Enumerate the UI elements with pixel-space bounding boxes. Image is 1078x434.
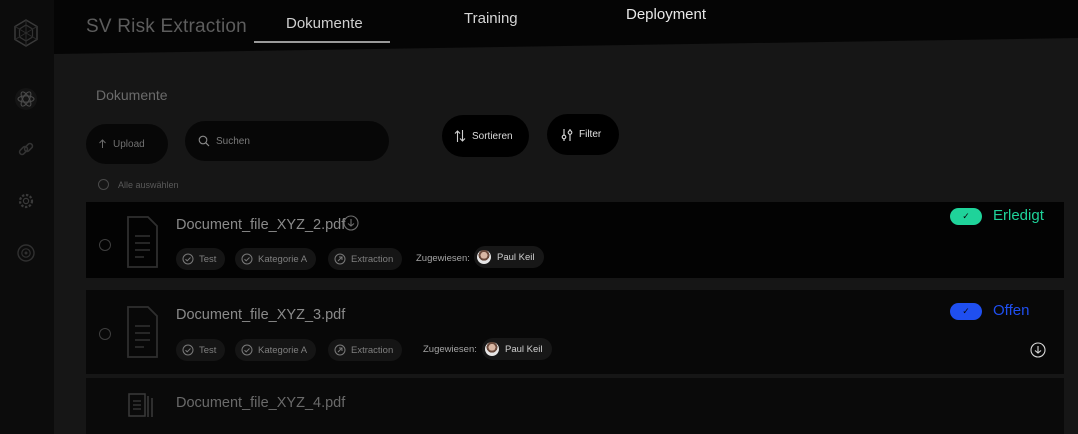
- gear-icon[interactable]: [11, 186, 41, 216]
- document-row[interactable]: Document_file_XYZ_4.pdf: [86, 378, 1064, 434]
- avatar: [485, 342, 499, 356]
- sort-button[interactable]: Sortieren: [442, 115, 529, 157]
- download-icon[interactable]: [1030, 342, 1046, 358]
- tag-extraction: Extraction: [328, 339, 403, 361]
- avatar: [477, 250, 491, 264]
- select-all-radio[interactable]: [98, 179, 109, 190]
- tag-label: Test: [199, 344, 217, 356]
- select-all[interactable]: Alle auswählen: [98, 179, 179, 190]
- search-input[interactable]: Suchen: [185, 121, 389, 161]
- assignee-chip[interactable]: Paul Keil: [474, 246, 544, 268]
- tag-test: Test: [176, 248, 226, 270]
- upload-arrow-icon: [99, 139, 106, 148]
- page-title: Dokumente: [96, 87, 168, 103]
- assignee-chip[interactable]: Paul Keil: [482, 338, 552, 360]
- assigned-label: Zugewiesen:: [416, 253, 470, 264]
- status-toggle[interactable]: ✓: [950, 303, 982, 320]
- assignee-name: Paul Keil: [497, 251, 535, 263]
- download-icon[interactable]: [343, 215, 359, 231]
- filter-sliders-icon: [561, 128, 573, 141]
- check-circle-icon: [241, 253, 253, 265]
- document-row[interactable]: Document_file_XYZ_2.pdf Test Kategorie A…: [86, 202, 1064, 278]
- document-name[interactable]: Document_file_XYZ_3.pdf: [176, 307, 345, 323]
- tag-label: Extraction: [351, 253, 394, 265]
- upload-button[interactable]: Upload: [86, 124, 168, 164]
- sidebar: [0, 0, 54, 434]
- tab-training[interactable]: Training: [464, 10, 518, 27]
- assignee-name: Paul Keil: [505, 343, 543, 355]
- sort-label: Sortieren: [472, 130, 513, 142]
- tag-extraction: Extraction: [328, 248, 403, 270]
- tag-kategorie: Kategorie A: [235, 248, 317, 270]
- active-tab-indicator: [254, 41, 390, 43]
- tag-label: Kategorie A: [258, 344, 308, 356]
- logo-icon[interactable]: [11, 18, 41, 48]
- filter-button[interactable]: Filter: [547, 114, 619, 155]
- filter-label: Filter: [579, 129, 602, 140]
- upload-label: Upload: [113, 138, 145, 150]
- row-select-radio[interactable]: [99, 239, 111, 251]
- tag-label: Extraction: [351, 344, 394, 356]
- status-label: Erledigt: [993, 207, 1044, 224]
- check-circle-icon: [182, 253, 194, 265]
- check-circle-icon: [241, 344, 253, 356]
- sort-icon: [454, 130, 466, 142]
- status-label: Offen: [993, 302, 1030, 319]
- tag-label: Kategorie A: [258, 253, 308, 265]
- app-title: SV Risk Extraction: [86, 16, 247, 37]
- document-name[interactable]: Document_file_XYZ_4.pdf: [176, 395, 345, 411]
- status-check-icon: ✓: [962, 306, 970, 316]
- status-check-icon: ✓: [962, 211, 970, 221]
- document-row[interactable]: Document_file_XYZ_3.pdf Test Kategorie A…: [86, 290, 1064, 374]
- status-toggle[interactable]: ✓: [950, 208, 982, 225]
- check-circle-icon: [182, 344, 194, 356]
- tag-test: Test: [176, 339, 226, 361]
- tag-label: Test: [199, 253, 217, 265]
- tab-dokumente[interactable]: Dokumente: [286, 15, 363, 32]
- arrow-up-right-circle-icon: [334, 344, 346, 356]
- arrow-up-right-circle-icon: [334, 253, 346, 265]
- row-select-radio[interactable]: [99, 328, 111, 340]
- search-icon: [198, 135, 210, 147]
- link-icon[interactable]: [11, 136, 41, 166]
- tab-deployment[interactable]: Deployment: [626, 6, 706, 23]
- select-all-label: Alle auswählen: [118, 179, 179, 190]
- atom-icon[interactable]: [11, 84, 41, 114]
- search-placeholder: Suchen: [216, 135, 250, 147]
- document-name[interactable]: Document_file_XYZ_2.pdf: [176, 217, 345, 233]
- tag-kategorie: Kategorie A: [235, 339, 317, 361]
- document-icon: [124, 304, 160, 360]
- document-icon: [124, 214, 160, 270]
- documents-stack-icon: [126, 390, 156, 420]
- settings-icon[interactable]: [11, 238, 41, 268]
- assigned-label: Zugewiesen:: [423, 344, 477, 355]
